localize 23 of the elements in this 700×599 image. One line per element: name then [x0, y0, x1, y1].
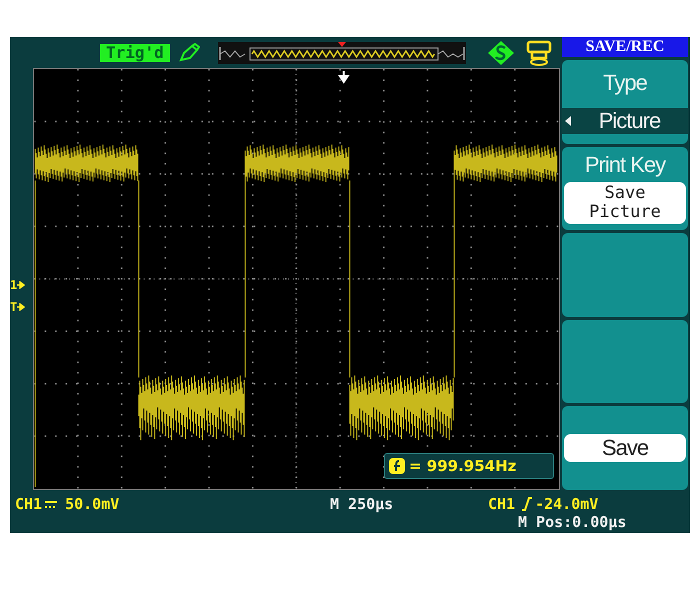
- trigger-status: Trig'd: [100, 44, 170, 62]
- arrow-icon: [17, 281, 26, 289]
- printer-icon: [526, 40, 552, 66]
- channel-marker: 1: [10, 277, 33, 293]
- timebase: M 250μs: [330, 495, 394, 513]
- menu-value[interactable]: Picture: [562, 108, 688, 134]
- save-button[interactable]: Save: [564, 434, 686, 462]
- s-icon: [488, 40, 514, 64]
- arrow-icon: [17, 303, 26, 311]
- trigger-position-icon: [338, 70, 349, 84]
- trigger-info: CH1 -24.0mV: [488, 495, 598, 513]
- dc-coupling-icon: [44, 499, 58, 509]
- frequency-icon: [389, 458, 405, 474]
- menu-value[interactable]: Save Picture: [564, 182, 686, 224]
- menu-title: SAVE/REC: [562, 37, 688, 57]
- horizontal-position: M Pos:0.00μs: [518, 513, 626, 531]
- frequency-value: = 999.954Hz: [409, 457, 516, 475]
- channel-marker: T: [10, 299, 33, 315]
- menu-label: Type: [602, 70, 648, 96]
- rising-edge-icon: [521, 497, 534, 511]
- menu-label: Print Key: [584, 152, 667, 178]
- pointer-icon: [565, 116, 571, 126]
- channel-scale: CH1 50.0mV: [15, 495, 120, 513]
